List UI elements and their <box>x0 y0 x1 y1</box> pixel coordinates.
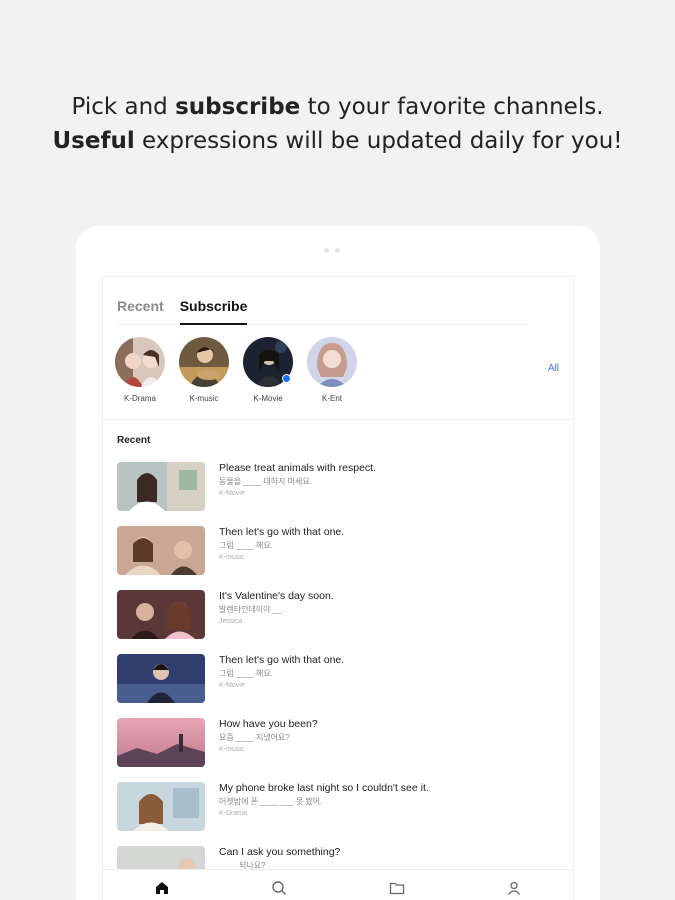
kmusic-avatar <box>179 337 229 387</box>
folder-icon <box>389 882 404 895</box>
headline-part2: to your favorite channels. <box>300 94 604 120</box>
english-expression: It's Valentine's day soon. <box>219 590 334 602</box>
english-expression: Then let's go with that one. <box>219 654 345 666</box>
tab-subscribe[interactable]: Subscribe <box>179 297 248 325</box>
channel-label: K-Movie <box>253 394 283 403</box>
channel-row: K-Drama K-music K-Movie K-Ent <box>115 337 357 403</box>
source-label: K-music <box>219 554 245 561</box>
source-label: K-Movie <box>219 490 245 497</box>
channel-label: K-Drama <box>123 394 156 403</box>
headline-part1: Pick and <box>71 94 176 120</box>
search-icon <box>272 881 287 895</box>
nav-home[interactable] <box>142 880 182 900</box>
english-expression: Please treat animals with respect. <box>219 462 376 474</box>
korean-expression: 어젯밤에 폰 ____ ___ 못 봤어. <box>219 797 323 806</box>
headline-bold2: Useful <box>52 128 135 154</box>
channel-kent[interactable]: K-Ent <box>307 337 357 403</box>
home-icon <box>155 882 168 894</box>
channel-label: K-music <box>189 394 219 403</box>
korean-expression: 발렌타인데이야 __. <box>219 605 284 614</box>
nav-search[interactable] <box>259 880 299 900</box>
source-label: K-music <box>219 746 245 753</box>
video-thumbnail <box>117 782 205 831</box>
video-thumbnail <box>117 462 205 511</box>
tab-bar: Recent Subscribe <box>117 297 529 325</box>
kent-avatar <box>307 337 357 387</box>
video-thumbnail <box>117 526 205 575</box>
source-label: Jessica <box>219 618 243 625</box>
list-item[interactable]: It's Valentine's day soon. 발렌타인데이야 __. J… <box>117 590 557 654</box>
all-channels-link[interactable]: All <box>548 363 559 374</box>
english-expression: My phone broke last night so I couldn't … <box>219 782 429 794</box>
profile-icon <box>508 881 521 895</box>
source-label: K-Movie <box>219 682 245 689</box>
video-thumbnail <box>117 590 205 639</box>
english-expression: How have you been? <box>219 718 318 730</box>
korean-expression: 그럼 ____ 해요. <box>219 669 273 678</box>
headline: Pick and subscribe to your favorite chan… <box>0 90 675 158</box>
headline-bold1: subscribe <box>175 94 301 120</box>
tab-recent[interactable]: Recent <box>117 297 164 325</box>
tablet-frame: Recent Subscribe K-Drama K-music K-Movie… <box>76 226 600 900</box>
channel-kdrama[interactable]: K-Drama <box>115 337 165 403</box>
english-expression: Then let's go with that one. <box>219 526 345 538</box>
korean-expression: 동물을 ____ 대하지 마세요. <box>219 477 312 486</box>
korean-expression: 그럼 ____ 해요. <box>219 541 273 550</box>
source-label: K-Drama <box>219 810 248 817</box>
list-item[interactable]: Please treat animals with respect. 동물을 _… <box>117 462 557 526</box>
korean-expression: 요즘 ____ 지냈어요? <box>219 733 290 742</box>
video-thumbnail <box>117 654 205 703</box>
list-item[interactable]: How have you been? 요즘 ____ 지냈어요? K-music <box>117 718 557 782</box>
new-content-dot <box>282 374 291 383</box>
bottom-nav <box>103 869 573 900</box>
list-item[interactable]: Then let's go with that one. 그럼 ____ 해요.… <box>117 654 557 718</box>
kmovie-avatar <box>243 337 293 387</box>
kdrama-avatar <box>115 337 165 387</box>
channel-kmovie[interactable]: K-Movie <box>243 337 293 403</box>
channel-label: K-Ent <box>321 394 342 403</box>
app-screen: Recent Subscribe K-Drama K-music K-Movie… <box>102 276 574 900</box>
list-item[interactable]: My phone broke last night so I couldn't … <box>117 782 557 846</box>
video-thumbnail <box>117 718 205 767</box>
english-expression: Can I ask you something? <box>219 846 341 858</box>
expression-list: Please treat animals with respect. 동물을 _… <box>117 462 557 900</box>
channel-kmusic[interactable]: K-music <box>179 337 229 403</box>
recent-section-title: Recent <box>117 435 151 446</box>
nav-folder[interactable] <box>377 880 417 900</box>
divider <box>103 419 573 420</box>
headline-part3: expressions will be updated daily for yo… <box>134 128 623 154</box>
camera-dots <box>324 248 340 253</box>
list-item[interactable]: Then let's go with that one. 그럼 ____ 해요.… <box>117 526 557 590</box>
nav-profile[interactable] <box>494 880 534 900</box>
